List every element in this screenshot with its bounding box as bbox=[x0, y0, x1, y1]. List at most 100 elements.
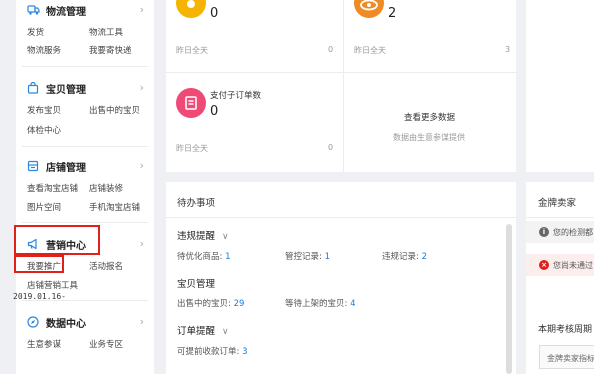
section-data: 数据中心 › 生意参谋 业务专区 bbox=[16, 312, 154, 350]
link-ship[interactable]: 发货 bbox=[27, 26, 44, 38]
violation-group-title[interactable]: 违规提醒 ∨ bbox=[177, 228, 229, 242]
section-shop-title: 店铺管理 bbox=[46, 162, 86, 174]
todo-item-violation-records[interactable]: 违规记录: 2 bbox=[382, 250, 427, 262]
todo-item-label: 待优化商品: bbox=[177, 252, 226, 262]
order-stat-icon bbox=[176, 88, 206, 118]
divider bbox=[22, 66, 148, 67]
todo-item-label: 等待上架的宝贝: bbox=[285, 299, 351, 309]
section-baby-header[interactable]: 宝贝管理 › bbox=[16, 80, 154, 96]
violation-title: 违规提醒 bbox=[177, 231, 216, 242]
section-baby: 宝贝管理 › 发布宝贝 出售中的宝贝 体检中心 bbox=[16, 78, 154, 136]
link-publish-baby[interactable]: 发布宝贝 bbox=[27, 104, 61, 116]
bag-icon bbox=[26, 81, 40, 95]
todo-title: 待办事项 bbox=[177, 198, 216, 209]
link-marketing-tools[interactable]: 店铺营销工具 bbox=[27, 279, 78, 291]
section-baby-title: 宝贝管理 bbox=[46, 84, 86, 96]
gold-period-title: 本期考核周期 bbox=[538, 325, 593, 335]
link-view-shop[interactable]: 查看淘宝店铺 bbox=[27, 182, 78, 194]
stat-period: 昨日全天 bbox=[176, 144, 208, 153]
link-logistics-tools[interactable]: 物流工具 bbox=[89, 26, 123, 38]
order-title: 订单提醒 bbox=[177, 326, 216, 337]
section-logistics-title: 物流管理 bbox=[46, 6, 86, 18]
chevron-right-icon[interactable]: › bbox=[140, 3, 144, 16]
todo-item-count[interactable]: 1 bbox=[325, 252, 330, 262]
link-business-zone[interactable]: 业务专区 bbox=[89, 338, 123, 350]
todo-item-count[interactable]: 1 bbox=[225, 252, 230, 262]
view-more-data-link[interactable]: 查看更多数据 bbox=[404, 111, 455, 123]
sidebar: 物流管理 › 发货 物流工具 物流服务 我要寄快递 宝贝管理 › 发布宝贝 出售… bbox=[16, 0, 154, 374]
close-circle-icon: × bbox=[539, 260, 549, 270]
gold-seller-title: 金牌卖家 bbox=[538, 198, 577, 209]
stats-panel: 0 昨日全天 0 2 昨日全天 3 支付子订单数 0 昨日全天 0 查看更多数据… bbox=[166, 0, 516, 172]
link-mobile-shop[interactable]: 手机淘宝店铺 bbox=[89, 201, 140, 213]
shop-icon bbox=[26, 159, 40, 173]
stat-label: 支付子订单数 bbox=[210, 91, 262, 101]
divider bbox=[166, 217, 516, 218]
link-event-signup[interactable]: 活动报名 bbox=[89, 260, 123, 272]
divider bbox=[526, 217, 594, 218]
gold-date-range: 2019.01.16- bbox=[13, 292, 66, 301]
section-data-header[interactable]: 数据中心 › bbox=[16, 314, 154, 330]
todo-item-count[interactable]: 4 bbox=[350, 299, 355, 309]
baby-group-title: 宝贝管理 bbox=[177, 279, 216, 290]
section-logistics-header[interactable]: 物流管理 › bbox=[16, 2, 154, 18]
chevron-down-icon: ∨ bbox=[222, 232, 229, 242]
truck-icon bbox=[26, 3, 40, 17]
section-shop: 店铺管理 › 查看淘宝店铺 店铺装修 图片空间 手机淘宝店铺 bbox=[16, 156, 154, 213]
stat-yesterday-value: 3 bbox=[505, 45, 511, 54]
compass-icon bbox=[26, 315, 40, 329]
section-shop-header[interactable]: 店铺管理 › bbox=[16, 158, 154, 174]
link-send-express[interactable]: 我要寄快递 bbox=[89, 44, 132, 56]
todo-item-control-records[interactable]: 管控记录: 1 bbox=[285, 250, 330, 262]
chevron-right-icon[interactable]: › bbox=[140, 159, 144, 172]
link-image-space[interactable]: 图片空间 bbox=[27, 201, 61, 213]
eye-stat-icon bbox=[354, 0, 384, 18]
stat-yesterday-value: 0 bbox=[328, 45, 334, 54]
stat-period: 昨日全天 bbox=[354, 46, 386, 55]
gold-notice-info: i 您的检测都 bbox=[526, 221, 594, 243]
todo-item-label: 可提前收款订单: bbox=[177, 347, 243, 357]
todo-item-waiting-listing[interactable]: 等待上架的宝贝: 4 bbox=[285, 297, 356, 309]
todo-item-optimize[interactable]: 待优化商品: 1 bbox=[177, 250, 231, 262]
chevron-down-icon: ∨ bbox=[222, 327, 229, 337]
divider bbox=[343, 0, 344, 172]
info-icon: i bbox=[539, 227, 549, 237]
data-source-note: 数据由生意参谋提供 bbox=[393, 133, 465, 142]
link-business-advisor[interactable]: 生意参谋 bbox=[27, 338, 61, 350]
todo-item-count[interactable]: 2 bbox=[422, 252, 427, 262]
right-top-panel bbox=[526, 0, 594, 172]
link-health-center[interactable]: 体检中心 bbox=[27, 124, 61, 136]
section-logistics: 物流管理 › 发货 物流工具 物流服务 我要寄快递 bbox=[16, 0, 154, 56]
stat-value: 0 bbox=[210, 104, 219, 119]
link-shop-decoration[interactable]: 店铺装修 bbox=[89, 182, 123, 194]
highlight-promote-link bbox=[14, 255, 64, 273]
gold-notice-text: 您的检测都 bbox=[553, 227, 593, 237]
chevron-right-icon[interactable]: › bbox=[140, 81, 144, 94]
todo-item-count[interactable]: 29 bbox=[234, 299, 245, 309]
link-selling-baby[interactable]: 出售中的宝贝 bbox=[89, 104, 140, 116]
todo-item-count[interactable]: 3 bbox=[242, 347, 247, 357]
section-data-title: 数据中心 bbox=[46, 318, 86, 330]
stat-value: 0 bbox=[210, 6, 219, 21]
divider bbox=[22, 146, 148, 147]
todo-item-early-payment[interactable]: 可提前收款订单: 3 bbox=[177, 345, 248, 357]
todo-item-label: 出售中的宝贝: bbox=[177, 299, 234, 309]
gold-notice-text: 您尚未通过 bbox=[553, 260, 593, 270]
gold-indicator-box[interactable]: 金牌卖家指标 bbox=[539, 345, 594, 369]
link-logistics-service[interactable]: 物流服务 bbox=[27, 44, 61, 56]
order-group-title[interactable]: 订单提醒 ∨ bbox=[177, 323, 229, 337]
todo-panel: 待办事项 违规提醒 ∨ 待优化商品: 1 管控记录: 1 违规记录: 2 宝贝管… bbox=[166, 182, 516, 374]
todo-item-label: 违规记录: bbox=[382, 252, 422, 262]
user-stat-icon bbox=[176, 0, 206, 18]
stat-period: 昨日全天 bbox=[176, 46, 208, 55]
chevron-right-icon[interactable]: › bbox=[140, 315, 144, 328]
seller-dashboard: 物流管理 › 发货 物流工具 物流服务 我要寄快递 宝贝管理 › 发布宝贝 出售… bbox=[0, 0, 594, 374]
chevron-right-icon[interactable]: › bbox=[140, 237, 144, 250]
scrollbar[interactable] bbox=[506, 224, 512, 374]
stat-yesterday-value: 0 bbox=[328, 143, 334, 152]
todo-item-label: 管控记录: bbox=[285, 252, 325, 262]
divider bbox=[166, 72, 516, 73]
highlight-marketing-title bbox=[14, 225, 100, 255]
todo-item-selling[interactable]: 出售中的宝贝: 29 bbox=[177, 297, 244, 309]
gold-notice-error: × 您尚未通过 bbox=[526, 254, 594, 276]
